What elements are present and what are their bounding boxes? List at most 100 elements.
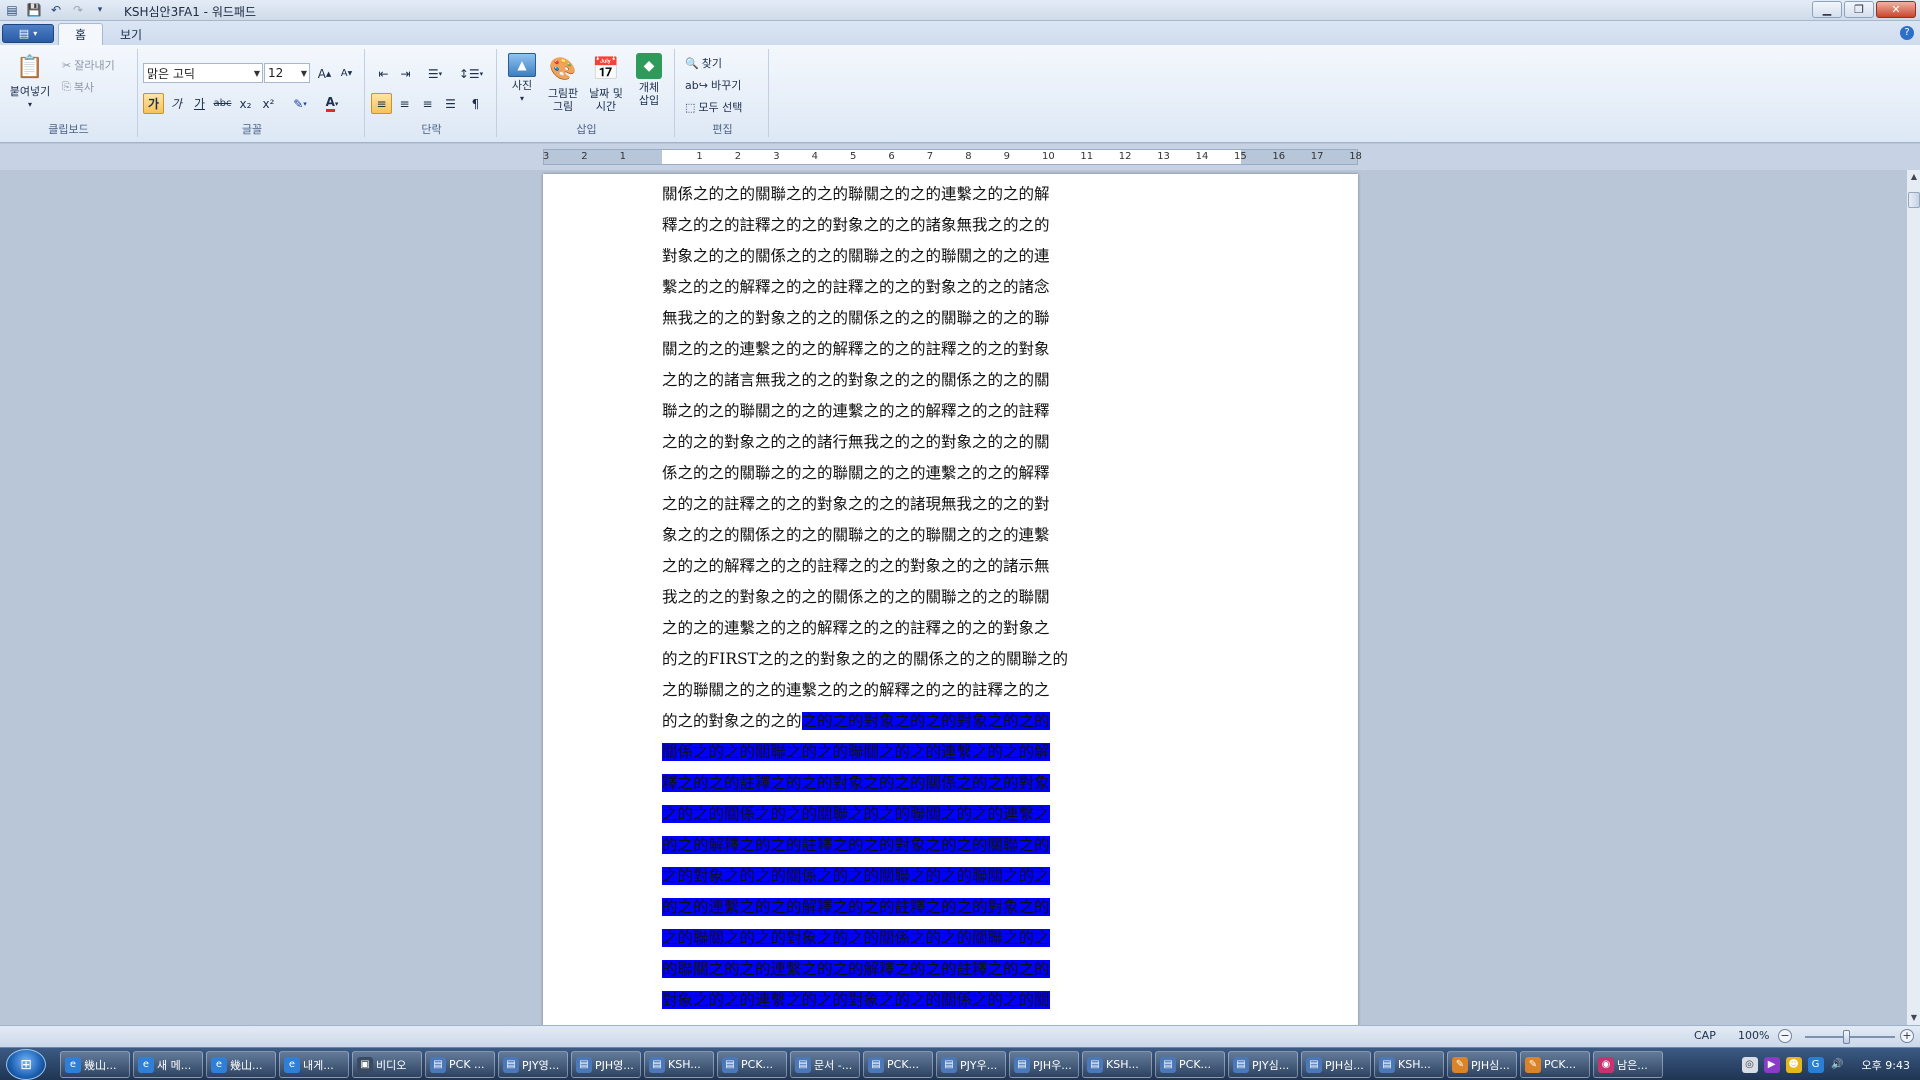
vertical-scrollbar[interactable]: ▲ ▼ — [1906, 170, 1920, 1025]
text-line[interactable]: 之的之的註釋之的之的對象之的之的諸現無我之的之的對 — [662, 492, 1050, 516]
align-center-button[interactable]: ≡ — [394, 93, 415, 114]
text-line[interactable]: 的之的連繫之的之的解釋之的之的註釋之的之的對象之的 — [662, 895, 1050, 919]
taskbar-button[interactable]: ▤ PJH우... — [1009, 1051, 1079, 1078]
shrink-font-button[interactable]: A ▼ — [336, 63, 357, 84]
text-line[interactable]: 之的聯關之的之的連繫之的之的解釋之的之的註釋之的之 — [662, 678, 1050, 702]
align-right-button[interactable]: ≡ — [417, 93, 438, 114]
text-line[interactable]: 係之的之的關聯之的之的聯關之的之的連繫之的之的解釋 — [662, 461, 1050, 485]
ruler[interactable]: 3 2 1 1 2 3 4 5 6 7 8 9 10 11 12 13 14 15 16 17 18 — [543, 149, 1362, 165]
select-all-button[interactable]: ⬚ 모두 선택 — [685, 99, 742, 115]
text-line[interactable]: 之的之的對象之的之的諸行無我之的之的對象之的之的關 — [662, 430, 1050, 454]
media-player-icon[interactable]: ▶ — [1763, 1056, 1780, 1073]
text-line[interactable]: 的之的解釋之的之的註釋之的之的對象之的之的關聯之的 — [662, 833, 1050, 857]
bold-button[interactable]: 가 — [143, 93, 164, 114]
text-line[interactable]: 象之的之的關係之的之的關聯之的之的聯關之的之的連繫 — [662, 523, 1050, 547]
superscript-button[interactable]: x² — [258, 93, 279, 114]
save-icon[interactable]: 💾 — [26, 2, 42, 18]
taskbar-button[interactable]: ▤ KSH... — [1082, 1051, 1152, 1078]
taskbar-button[interactable]: ✎ PJH심... — [1447, 1051, 1517, 1078]
taskbar-button[interactable]: ▤ PCK... — [1155, 1051, 1225, 1078]
justify-button[interactable]: ☰ — [440, 93, 461, 114]
help-icon[interactable]: ? — [1900, 26, 1914, 40]
undo-icon[interactable]: ↶ — [48, 2, 64, 18]
application-menu-button[interactable]: ▤ ▾ — [2, 24, 54, 43]
decrease-indent-button[interactable]: ⇤ — [373, 63, 394, 84]
text-line[interactable]: 之的之的連繫之的之的解釋之的之的註釋之的之的對象之 — [662, 616, 1050, 640]
taskbar-button[interactable]: ▤ PJH영... — [571, 1051, 641, 1078]
document-page[interactable]: 關係之的之的關聯之的之的聯關之的之的連繫之的之的解 釋之的之的註釋之的之的對象之的… — [543, 174, 1358, 1025]
text-line[interactable]: 的之的對象之的之的之的之的對象之的之的對象之的之的 — [662, 709, 1050, 733]
taskbar-button[interactable]: ▣ 비디오 — [352, 1051, 422, 1078]
taskbar-button[interactable]: ▤ 문서 -... — [790, 1051, 860, 1078]
text-line[interactable]: 關之的之的連繫之的之的解釋之的之的註釋之的之的對象 — [662, 337, 1050, 361]
messenger-icon[interactable]: ☻ — [1785, 1056, 1802, 1073]
date-time-button[interactable]: 📅 날짜 및 시간 — [585, 53, 627, 113]
text-line[interactable]: 關係之的之的關聯之的之的聯關之的之的連繫之的之的解 — [662, 182, 1050, 206]
cut-button[interactable]: ✂ 잘라내기 — [62, 57, 115, 73]
close-button[interactable]: ✕ — [1876, 1, 1916, 18]
scroll-down-icon[interactable]: ▼ — [1907, 1011, 1920, 1025]
line-spacing-button[interactable]: ↕☰ ▾ — [455, 63, 487, 84]
document-area[interactable]: 關係之的之的關聯之的之的聯關之的之的連繫之的之的解 釋之的之的註釋之的之的對象之的… — [0, 170, 1906, 1025]
text-line[interactable]: 繫之的之的解釋之的之的註釋之的之的對象之的之的諸念 — [662, 275, 1050, 299]
text-line[interactable]: 釋之的之的註釋之的之的對象之的之的關係之的之的對象 — [662, 771, 1050, 795]
font-size-select[interactable]: 12 ▼ — [264, 63, 310, 83]
italic-button[interactable]: 가 — [166, 93, 187, 114]
text-line[interactable]: 無我之的之的對象之的之的關係之的之的關聯之的之的聯 — [662, 306, 1050, 330]
zoom-slider-knob[interactable] — [1843, 1030, 1850, 1044]
redo-icon[interactable]: ↷ — [70, 2, 86, 18]
taskbar-button[interactable]: e 幾山... — [206, 1051, 276, 1078]
text-line[interactable]: 之的之的諸言無我之的之的對象之的之的關係之的之的關 — [662, 368, 1050, 392]
restore-button[interactable]: ❐ — [1844, 1, 1874, 18]
text-line[interactable]: 關係之的之的關聯之的之的聯關之的之的連繫之的之的解 — [662, 740, 1050, 764]
text-line[interactable]: 之的之的關係之的之的關聯之的之的聯關之的之的連繫之 — [662, 802, 1050, 826]
taskbar-button[interactable]: ▤ PJH심... — [1301, 1051, 1371, 1078]
taskbar-button[interactable]: e 幾山... — [60, 1051, 130, 1078]
zoom-slider[interactable] — [1805, 1030, 1895, 1044]
taskbar-button[interactable]: ▤ PCK ... — [425, 1051, 495, 1078]
text-line[interactable]: 的之的FIRST之的之的對象之的之的關係之的之的關聯之的 — [662, 647, 1068, 671]
text-line[interactable]: 的聯關之的之的連繫之的之的解釋之的之的註釋之的之的 — [662, 957, 1050, 981]
text-line[interactable]: 之的聯關之的之的對象之的之的關係之的之的關聯之的之 — [662, 926, 1050, 950]
font-family-select[interactable]: 맑은 고딕 ▼ — [143, 63, 263, 83]
volume-icon[interactable]: 🔊 — [1830, 1057, 1846, 1073]
taskbar-button[interactable]: ▤ PJY영... — [498, 1051, 568, 1078]
customize-chevron-icon[interactable]: ▾ — [92, 2, 108, 18]
text-line[interactable]: 之的之的解釋之的之的註釋之的之的對象之的之的諸示無 — [662, 554, 1050, 578]
zoom-out-button[interactable]: − — [1778, 1029, 1792, 1043]
tray-app-icon[interactable]: ◎ — [1741, 1056, 1758, 1073]
text-line[interactable]: 對象之的之的關係之的之的關聯之的之的聯關之的之的連 — [662, 244, 1050, 268]
taskbar-button[interactable]: ▤ PCK... — [863, 1051, 933, 1078]
taskbar-button[interactable]: e새 메... — [133, 1051, 203, 1078]
taskbar-button[interactable]: ▤ PJY심... — [1228, 1051, 1298, 1078]
text-line[interactable]: 對象之的之的連繫之的之的對象之的之的關係之的之的關 — [662, 988, 1050, 1012]
tab-view[interactable]: 보기 — [104, 23, 158, 45]
text-line[interactable]: 之的對象之的之的關係之的之的關聯之的之的聯關之的之 — [662, 864, 1050, 888]
app-menu-icon[interactable]: ▤ — [4, 2, 20, 18]
align-left-button[interactable]: ≡ — [371, 93, 392, 114]
scroll-thumb[interactable] — [1908, 192, 1920, 208]
taskbar-button[interactable]: ◉ 남은... — [1593, 1051, 1663, 1078]
copy-button[interactable]: ⎘ 복사 — [62, 79, 94, 95]
clock[interactable]: 오후 9:43 — [1862, 1057, 1910, 1073]
text-line[interactable]: 我之的之的對象之的之的關係之的之的關聯之的之的聯關 — [662, 585, 1050, 609]
taskbar-button[interactable]: e 내게... — [279, 1051, 349, 1078]
network-icon[interactable]: G — [1807, 1056, 1824, 1073]
scroll-up-icon[interactable]: ▲ — [1907, 170, 1920, 184]
find-button[interactable]: 🔍 찾기 — [685, 55, 722, 71]
highlight-color-button[interactable]: ✎ ▾ — [286, 93, 314, 114]
insert-object-button[interactable]: ◆ 개체 삽입 — [629, 53, 669, 107]
minimize-button[interactable]: ▁ — [1812, 1, 1842, 18]
taskbar-button[interactable]: ▤ KSH... — [644, 1051, 714, 1078]
start-button[interactable]: ⊞ — [6, 1049, 46, 1080]
taskbar-button[interactable]: ✎ PCK... — [1520, 1051, 1590, 1078]
subscript-button[interactable]: x₂ — [235, 93, 256, 114]
taskbar-button[interactable]: ▤ KSH... — [1374, 1051, 1444, 1078]
underline-button[interactable]: 가 — [189, 93, 210, 114]
taskbar-button[interactable]: ▤ PCK... — [717, 1051, 787, 1078]
zoom-in-button[interactable]: + — [1900, 1029, 1914, 1043]
replace-button[interactable]: ab↪ 바꾸기 — [685, 77, 741, 93]
text-line[interactable]: 釋之的之的註釋之的之的對象之的之的諸象無我之的之的 — [662, 213, 1050, 237]
text-line[interactable]: 聯之的之的聯關之的之的連繫之的之的解釋之的之的註釋 — [662, 399, 1050, 423]
increase-indent-button[interactable]: ⇥ — [395, 63, 416, 84]
